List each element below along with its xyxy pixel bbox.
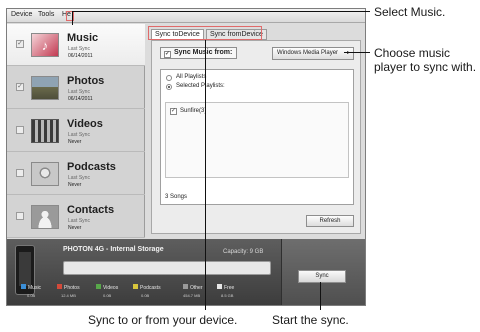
all-playlists-radio[interactable] — [166, 75, 172, 81]
menu-device[interactable]: Device — [11, 11, 32, 18]
playlist-selection-box: All Playlists Selected Playlists: ✓ Sunf… — [160, 69, 354, 205]
legend-label: Other — [190, 285, 203, 291]
legend-photos: Photos — [57, 284, 80, 291]
legend-label: Photos — [64, 285, 80, 291]
sidebar-item-title: Photos — [67, 75, 105, 87]
sidebar-item-music[interactable]: ✓ ♪ Music Last Sync 06/14/2011 — [7, 24, 145, 66]
media-sync-window: Device Tools He ✓ ♪ Music Last Sync 06/1… — [6, 8, 366, 306]
sync-music-checkbox[interactable]: ✓ — [164, 51, 171, 58]
playlist-list: ✓ Sunfire(3) — [165, 102, 349, 178]
playlist-name: Sunfire(3) — [180, 108, 207, 114]
song-count: 3 Songs — [165, 194, 188, 200]
legend-music: Music — [21, 284, 41, 291]
podcasts-size: 0.0B — [141, 293, 150, 298]
capacity-meter — [63, 261, 271, 275]
videos-icon — [31, 119, 59, 143]
sync-music-from-label: Sync Music from: — [174, 49, 233, 56]
photos-sync-checkbox[interactable]: ✓ — [16, 83, 24, 91]
legend-podcasts: Podcasts — [133, 284, 161, 291]
contacts-sync-checkbox[interactable] — [16, 212, 24, 220]
playlist-checkbox[interactable]: ✓ — [170, 108, 177, 115]
sidebar-item-contacts[interactable]: Contacts Last Sync Never — [7, 196, 145, 238]
menu-tools[interactable]: Tools — [38, 11, 54, 18]
callout-line-sync-direction — [205, 40, 206, 310]
legend-free: Free — [217, 284, 234, 291]
legend-videos: Videos — [96, 284, 118, 291]
legend-other: Other — [183, 284, 203, 291]
legend-label: Videos — [103, 285, 119, 291]
legend-label: Podcasts — [140, 285, 161, 291]
contacts-icon — [31, 205, 59, 229]
sync-music-from-toggle[interactable]: ✓ Sync Music from: — [160, 47, 238, 59]
highlight-sync-tabs — [148, 26, 262, 40]
photos-icon — [31, 76, 59, 100]
refresh-button[interactable]: Refresh — [306, 215, 354, 227]
callout-line-select-music — [72, 11, 370, 12]
callout-sync-direction: Sync to or from your device. — [88, 313, 238, 327]
photos-color-swatch — [57, 284, 62, 289]
legend-label: Music — [28, 285, 42, 291]
videos-color-swatch — [96, 284, 101, 289]
sidebar-item-videos[interactable]: Videos Last Sync Never — [7, 110, 145, 152]
capacity-label: Capacity: 9 GB — [223, 249, 264, 255]
last-sync-label: Last Sync — [68, 89, 90, 95]
sync-panel: ✓ Sync Music from: Windows Media Player ▸… — [151, 40, 361, 234]
music-player-value: Windows Media Player — [277, 50, 339, 56]
other-size: 454.7 MB — [183, 293, 201, 298]
sync-button[interactable]: Sync — [298, 270, 346, 283]
selected-playlists-radio[interactable] — [166, 84, 172, 90]
last-sync-value: 06/14/2011 — [68, 53, 93, 59]
photos-size: 12.4 MB — [61, 293, 76, 298]
sidebar-item-photos[interactable]: ✓ Photos Last Sync 06/14/2011 — [7, 67, 145, 109]
sidebar-item-title: Podcasts — [67, 161, 116, 173]
music-sync-checkbox[interactable]: ✓ — [16, 40, 24, 48]
callout-select-music: Select Music. — [374, 5, 446, 19]
callout-line-choose-player — [344, 52, 370, 53]
music-color-swatch — [21, 284, 26, 289]
sidebar-item-podcasts[interactable]: Podcasts Last Sync Never — [7, 153, 145, 195]
last-sync-value: Never — [68, 225, 82, 231]
storage-bar: PHOTON 4G - Internal Storage Capacity: 9… — [7, 239, 365, 305]
last-sync-label: Last Sync — [68, 132, 90, 138]
videos-sync-checkbox[interactable] — [16, 126, 24, 134]
podcasts-color-swatch — [133, 284, 138, 289]
dropdown-arrow-icon: ▸ — [346, 50, 350, 56]
selected-playlists-label: Selected Playlists: — [176, 83, 225, 89]
legend-label: Free — [224, 285, 235, 291]
all-playlists-label: All Playlists — [176, 74, 207, 80]
callout-start-sync: Start the sync. — [272, 313, 349, 327]
last-sync-label: Last Sync — [68, 218, 90, 224]
free-size: 8.5 GB — [221, 293, 234, 298]
device-name: PHOTON 4G - Internal Storage — [63, 246, 164, 253]
last-sync-value: Never — [68, 139, 82, 145]
free-color-swatch — [217, 284, 222, 289]
callout-line-start-sync — [320, 282, 321, 310]
last-sync-label: Last Sync — [68, 175, 90, 181]
music-size: 0.0B — [27, 293, 36, 298]
podcasts-icon — [31, 162, 59, 186]
last-sync-label: Last Sync — [68, 46, 90, 52]
music-icon: ♪ — [31, 33, 59, 57]
sidebar-item-title: Music — [67, 32, 99, 44]
last-sync-value: 06/14/2011 — [68, 96, 93, 102]
last-sync-value: Never — [68, 182, 82, 188]
callout-choose-player: Choose music player to sync with. — [374, 46, 477, 74]
podcasts-sync-checkbox[interactable] — [16, 169, 24, 177]
callout-line-select-music — [72, 11, 73, 25]
sidebar-item-title: Videos — [67, 118, 103, 130]
media-sidebar: ✓ ♪ Music Last Sync 06/14/2011 ✓ Photos … — [7, 24, 145, 238]
music-player-select[interactable]: Windows Media Player ▸ — [272, 47, 354, 60]
videos-size: 0.0B — [103, 293, 112, 298]
sidebar-item-title: Contacts — [67, 204, 115, 216]
sync-action-area: Sync — [281, 239, 365, 305]
other-color-swatch — [183, 284, 188, 289]
